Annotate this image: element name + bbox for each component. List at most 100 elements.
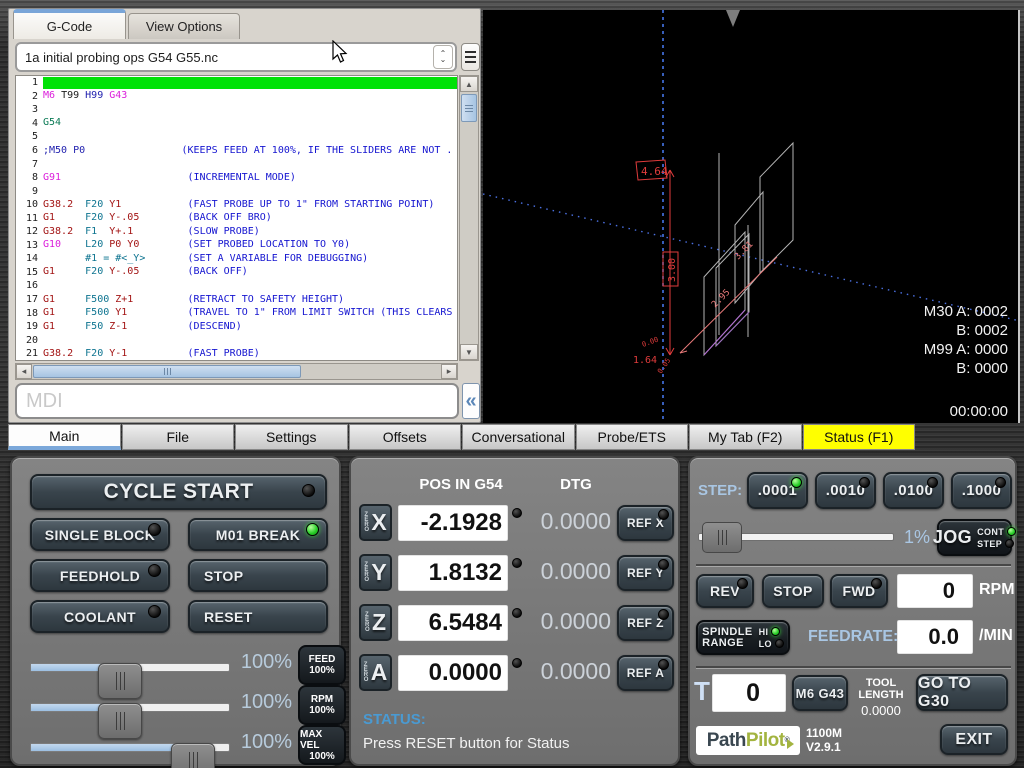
status-label: STATUS:: [363, 711, 426, 728]
nav-tab-probe-ets[interactable]: Probe/ETS: [576, 424, 689, 450]
scroll-left-icon[interactable]: ◂: [16, 364, 32, 379]
axis-row-z: ZEROZ6.54840.0000REF Z: [351, 604, 682, 644]
override-slider[interactable]: [30, 743, 230, 752]
nav-tab-status-f1-[interactable]: Status (F1): [803, 424, 916, 450]
feedhold-button[interactable]: FEEDHOLD: [30, 559, 170, 592]
combo-spinner-icon[interactable]: ⌃⌄: [433, 45, 453, 69]
gcode-line: 12G38.2 F1 Y+.1 (SLOW PROBE): [16, 225, 457, 239]
single-block-label: SINGLE BLOCK: [45, 527, 156, 543]
gcode-file-selector[interactable]: 1a initial probing ops G54 G55.nc ⌃⌄: [15, 42, 457, 72]
dim-diag-high: 3.81: [733, 240, 755, 262]
override-reset-button[interactable]: FEED100%: [298, 645, 346, 685]
dro-led: [512, 508, 522, 518]
scroll-up-icon[interactable]: ▲: [460, 76, 478, 92]
jog-mode-button[interactable]: JOG CONT STEP: [937, 519, 1012, 556]
nav-tab-main[interactable]: Main: [8, 424, 121, 450]
program-counters: M30 A: 0002B: 0002M99 A: 0000B: 0000: [924, 302, 1008, 378]
step-0100-button[interactable]: .0100: [883, 472, 944, 509]
horizontal-scroll-thumb[interactable]: [33, 365, 301, 378]
gcode-file-name: 1a initial probing ops G54 G55.nc: [17, 50, 433, 65]
override-reset-button[interactable]: MAX VEL100%: [298, 725, 346, 765]
tab-view-options[interactable]: View Options: [128, 13, 240, 39]
nav-tab-settings[interactable]: Settings: [235, 424, 348, 450]
tool-number-field[interactable]: 0: [712, 674, 786, 712]
nav-tab-my-tab-f2-[interactable]: My Tab (F2): [689, 424, 802, 450]
zero-y-button[interactable]: ZEROY: [359, 554, 392, 591]
jog-speed-slider[interactable]: [698, 533, 894, 541]
zero-a-button[interactable]: ZEROA: [359, 654, 392, 691]
scroll-down-icon[interactable]: ▼: [460, 344, 478, 360]
tool-t-label: T: [694, 676, 710, 707]
step-1000-button[interactable]: .1000: [951, 472, 1012, 509]
gcode-line-number: 16: [16, 280, 43, 291]
dro-y-field[interactable]: 1.8132: [398, 555, 508, 591]
nav-tab-file[interactable]: File: [122, 424, 235, 450]
zero-label: ZERO: [365, 613, 371, 633]
gcode-vertical-scrollbar[interactable]: ▲ ▼: [459, 75, 479, 361]
nav-tab-conversational[interactable]: Conversational: [462, 424, 575, 450]
coolant-button[interactable]: COOLANT: [30, 600, 170, 633]
m6-g43-button[interactable]: M6 G43: [792, 675, 848, 711]
mdi-input[interactable]: [15, 383, 459, 419]
mdi-collapse-button[interactable]: «: [462, 383, 480, 419]
gcode-line-number: 20: [16, 335, 43, 346]
lo-led: [775, 639, 784, 648]
jog-slider-handle[interactable]: [702, 522, 742, 553]
gcode-line: 11G1 F20 Y-.05 (BACK OFF BRO): [16, 211, 457, 225]
scroll-right-icon[interactable]: ▸: [441, 364, 457, 379]
zero-x-button[interactable]: ZEROX: [359, 504, 392, 541]
ref-x-button[interactable]: REF X: [617, 505, 674, 541]
step-0010-button[interactable]: .0010: [815, 472, 876, 509]
override-slider[interactable]: [30, 663, 230, 672]
override-reset-button[interactable]: RPM100%: [298, 685, 346, 725]
override-slider[interactable]: [30, 703, 230, 712]
ref-a-button[interactable]: REF A: [617, 655, 674, 691]
vertical-scroll-thumb[interactable]: [461, 94, 477, 122]
dro-z-field[interactable]: 6.5484: [398, 605, 508, 641]
feedrate-field[interactable]: 0.0: [897, 620, 973, 654]
program-counter-line: M30 A: 0002: [924, 302, 1008, 321]
spindle-range-button[interactable]: SPINDLE RANGE HI LO: [696, 620, 790, 655]
spindle-fwd-button[interactable]: FWD: [830, 574, 888, 608]
tab-gcode[interactable]: G-Code: [13, 9, 126, 39]
cycle-start-button[interactable]: CYCLE START: [30, 474, 327, 510]
rpm-field[interactable]: 0: [897, 574, 973, 608]
dro-x-field[interactable]: -2.1928: [398, 505, 508, 541]
nav-tab-offsets[interactable]: Offsets: [349, 424, 462, 450]
ref-z-button[interactable]: REF Z: [617, 605, 674, 641]
gcode-line-number: 4: [16, 118, 43, 129]
step-0001-button[interactable]: .0001: [747, 472, 808, 509]
gcode-listing[interactable]: 12M6 T99 H99 G4334G5456;M50 P0 (KEEPS FE…: [15, 75, 458, 361]
slider-fill: [31, 744, 193, 751]
gcode-line: 3: [16, 103, 457, 117]
pathpilot-app: G-Code View Options 1a initial probing o…: [0, 0, 1024, 768]
dim-mid: 3.00: [667, 258, 678, 282]
dro-a-field[interactable]: 0.0000: [398, 655, 508, 691]
gcode-line-text: [43, 158, 457, 170]
exit-button[interactable]: EXIT: [940, 724, 1008, 755]
gcode-line-text: [43, 104, 457, 116]
gcode-line-text: G1 F500 Z+1 (RETRACT TO SAFETY HEIGHT): [43, 294, 457, 306]
zero-z-button[interactable]: ZEROZ: [359, 604, 392, 641]
gcode-line-text: [43, 280, 457, 292]
go-to-g30-button[interactable]: GO TO G30: [916, 674, 1008, 711]
jog-spindle-panel: STEP: .0001.0010.0100.1000 1% JOG CONT S…: [688, 456, 1017, 766]
gcode-horizontal-scrollbar[interactable]: ◂ ▸: [15, 363, 458, 380]
reset-button[interactable]: RESET: [188, 600, 328, 633]
program-counter-line: B: 0000: [924, 359, 1008, 378]
m01-break-button[interactable]: M01 BREAK: [188, 518, 328, 551]
mouse-cursor-icon: [332, 40, 350, 64]
stop-button[interactable]: STOP: [188, 559, 328, 592]
ref-y-button[interactable]: REF Y: [617, 555, 674, 591]
toolpath-viewport[interactable]: 4.64 3.00 1.64 0.00 0.05 2.95 3.81 M30 A…: [483, 10, 1020, 423]
gcode-line: 9: [16, 184, 457, 198]
single-block-button[interactable]: SINGLE BLOCK: [30, 518, 170, 551]
dtg-y: 0.0000: [523, 558, 611, 585]
spindle-stop-button[interactable]: STOP: [762, 574, 824, 608]
zero-label: ZERO: [364, 513, 370, 533]
feedrate-unit: /MIN: [979, 627, 1013, 645]
file-menu-button[interactable]: [461, 43, 480, 71]
spindle-rev-button[interactable]: REV: [696, 574, 754, 608]
gcode-line-number: 6: [16, 145, 43, 156]
slider-handle[interactable]: [171, 743, 215, 768]
